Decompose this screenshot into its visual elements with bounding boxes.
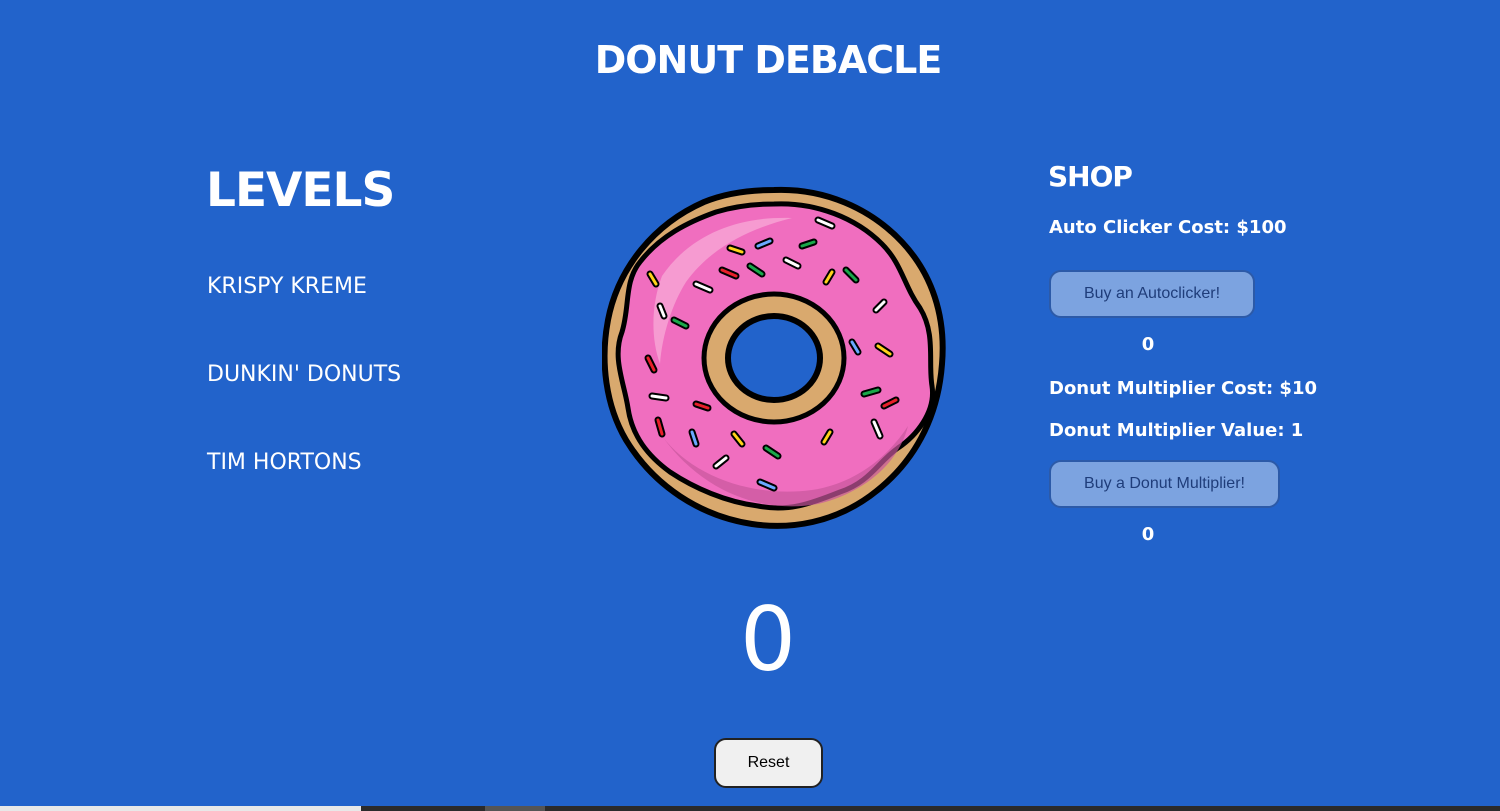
level-dunkin-donuts[interactable]: DUNKIN' DONUTS [207,362,401,387]
page-title: DONUT DEBACLE [594,38,943,82]
horizontal-scrollbar[interactable] [0,806,1500,811]
level-tim-hortons[interactable]: TIM HORTONS [207,450,362,475]
levels-heading: LEVELS [206,163,395,218]
multiplier-value: Donut Multiplier Value: 1 [1049,420,1304,441]
shop-heading: SHOP [1048,160,1133,193]
scrollbar-thumb[interactable] [485,806,545,811]
donut-icon[interactable] [602,186,946,530]
autoclicker-count: 0 [1141,334,1155,355]
scrollbar-track-left [0,806,361,811]
level-krispy-kreme[interactable]: KRISPY KREME [207,274,367,299]
reset-button[interactable]: Reset [714,738,823,788]
donut-score: 0 [740,588,796,691]
donut-hole [725,313,823,403]
autoclicker-cost: Auto Clicker Cost: $100 [1049,217,1287,238]
multiplier-count: 0 [1141,524,1155,545]
buy-autoclicker-button[interactable]: Buy an Autoclicker! [1049,270,1255,318]
buy-multiplier-button[interactable]: Buy a Donut Multiplier! [1049,460,1280,508]
multiplier-cost: Donut Multiplier Cost: $10 [1049,378,1317,399]
